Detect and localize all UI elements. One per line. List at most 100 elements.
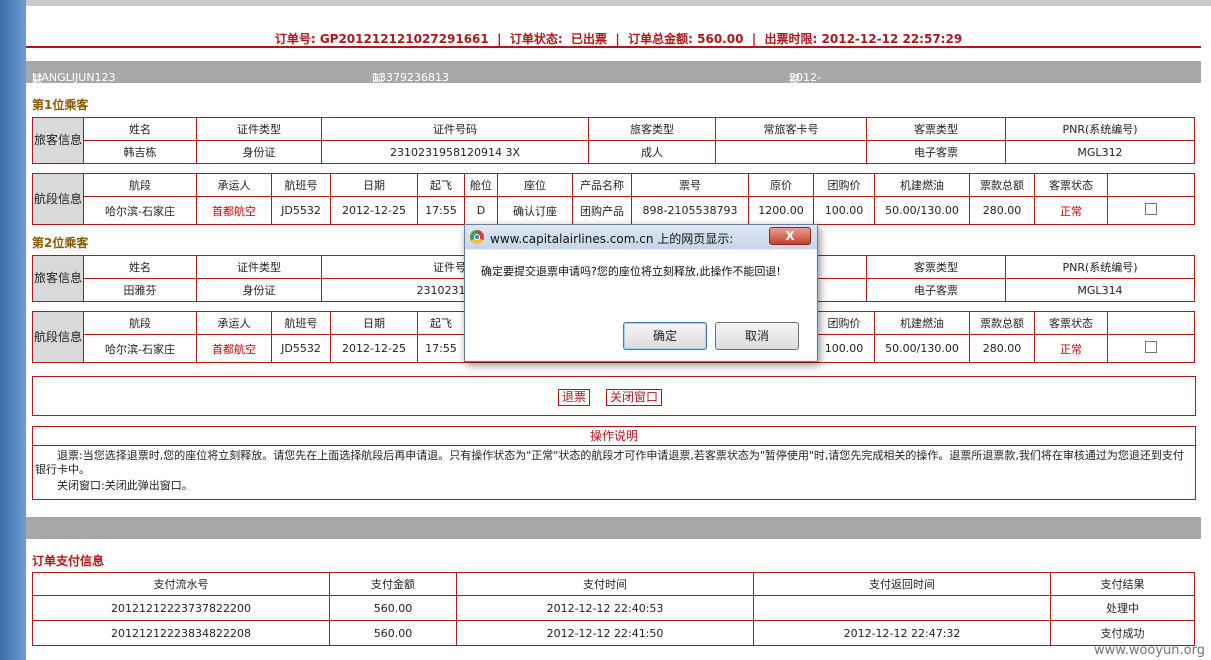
th-dep: 起飞 — [417, 173, 465, 197]
dialog-body: 确定要提交退票申请吗?您的座位将立刻释放,此操作不能回退! 确定 取消 — [466, 250, 816, 360]
ticket-total: 280.00 — [969, 334, 1035, 363]
order-no-label: 订单号: — [274, 32, 316, 46]
cabin: D — [464, 196, 498, 225]
th-product: 产品名称 — [572, 173, 632, 197]
passenger-info-side-label: 旅客信息 — [32, 117, 84, 164]
id-type: 身份证 — [196, 278, 322, 302]
flight-date: 2012-12-25 — [330, 334, 418, 363]
tax: 50.00/130.00 — [874, 334, 970, 363]
price: 1200.00 — [748, 196, 814, 225]
close-instruction: 关闭窗口:关闭此弹出窗口。 — [57, 479, 193, 492]
payment-table: 支付流水号 支付金额 支付时间 支付返回时间 支付结果 201212122237… — [32, 572, 1195, 646]
payment-title: 订单支付信息 — [32, 554, 105, 568]
th-status: 客票状态 — [1034, 173, 1108, 197]
group-price: 100.00 — [813, 196, 875, 225]
th-group-price: 团购价 — [813, 173, 875, 197]
passenger-1-title: 第1位乘客 — [32, 98, 89, 112]
refund-button[interactable]: 退票 — [558, 389, 591, 406]
passenger-name: 韩吉栋 — [83, 140, 197, 164]
flight-no: JD5532 — [271, 196, 331, 225]
watermark: www.wooyun.org — [1093, 643, 1205, 658]
id-type: 身份证 — [196, 140, 322, 164]
group-price: 100.00 — [813, 334, 875, 363]
instructions-title: 操作说明 — [33, 427, 1195, 446]
chrome-icon — [470, 230, 484, 244]
th-carrier: 承运人 — [196, 173, 272, 197]
th-pay-amount: 支付金额 — [329, 572, 457, 596]
segment-checkbox-cell — [1107, 196, 1195, 225]
th-name: 姓名 — [83, 255, 197, 279]
carrier: 首都航空 — [196, 196, 272, 225]
th-group-price: 团购价 — [813, 311, 875, 335]
flight-date: 2012-12-25 — [330, 196, 418, 225]
flight-no: JD5532 — [271, 334, 331, 363]
gray-separator-bar — [26, 517, 1201, 539]
left-gradient-bar — [0, 0, 26, 660]
passenger-2-title: 第2位乘客 — [32, 236, 89, 250]
close-icon[interactable]: X — [769, 227, 811, 245]
th-carrier: 承运人 — [196, 311, 272, 335]
pay-amount: 560.00 — [329, 620, 457, 646]
th-dep: 起飞 — [417, 311, 465, 335]
close-window-button[interactable]: 关闭窗口 — [606, 389, 663, 406]
th-flight: 航班号 — [271, 173, 331, 197]
ticket-no: 898-2105538793 — [631, 196, 749, 225]
action-button-box: 退票 关闭窗口 — [32, 376, 1196, 416]
table-row: 20121212223737822200 560.00 2012-12-12 2… — [32, 595, 1195, 621]
instructions-box: 操作说明 退票:当您选择退票时,您的座位将立刻释放。请您先在上面选择航段后再申请… — [32, 426, 1196, 500]
th-flight: 航班号 — [271, 311, 331, 335]
passenger-1-info-table: 旅客信息 姓名 证件类型 证件号码 旅客类型 常旅客卡号 客票类型 PNR(系统… — [32, 117, 1195, 164]
ticket-status: 正常 — [1034, 334, 1108, 363]
route: 哈尔滨-石家庄 — [83, 196, 197, 225]
dep-time: 17:55 — [417, 334, 465, 363]
top-gray-line — [26, 0, 1211, 6]
th-route: 航段 — [83, 173, 197, 197]
segment-info-side-label: 航段信息 — [32, 311, 84, 363]
th-date: 日期 — [330, 173, 418, 197]
tax: 50.00/130.00 — [874, 196, 970, 225]
contact-bar: 联系人: LIANGLIJUN123 固定电话/手机: 13379236813 提交… — [26, 61, 1201, 166]
cancel-button[interactable]: 取消 — [715, 322, 799, 350]
ok-button[interactable]: 确定 — [623, 322, 707, 350]
pay-result: 处理中 — [1050, 595, 1195, 621]
th-date: 日期 — [330, 311, 418, 335]
th-ticket-type: 客票类型 — [866, 255, 1006, 279]
th-select — [1107, 173, 1195, 197]
th-id-no: 证件号码 — [321, 117, 589, 141]
seat: 确认订座 — [497, 196, 573, 225]
th-price: 原价 — [748, 173, 814, 197]
order-total: 560.00 — [697, 32, 744, 46]
product: 团购产品 — [572, 196, 632, 225]
th-pay-result: 支付结果 — [1050, 572, 1195, 596]
dialog-title: www.capitalairlines.com.cn 上的网页显示: — [490, 232, 734, 246]
instructions-body: 退票:当您选择退票时,您的座位将立刻释放。请您先在上面选择航段后再申请退。只有操… — [35, 449, 1191, 493]
th-total: 票款总额 — [969, 311, 1035, 335]
ticket-total: 280.00 — [969, 196, 1035, 225]
confirm-dialog: www.capitalairlines.com.cn 上的网页显示: X 确定要… — [464, 224, 818, 362]
ticket-type: 电子客票 — [866, 278, 1006, 302]
th-ticket-type: 客票类型 — [866, 117, 1006, 141]
passenger-name: 田雅芬 — [83, 278, 197, 302]
pay-amount: 560.00 — [329, 595, 457, 621]
ticket-type: 电子客票 — [866, 140, 1006, 164]
th-tax: 机建燃油 — [874, 173, 970, 197]
red-divider — [26, 46, 1201, 48]
pay-time: 2012-12-12 22:41:50 — [456, 620, 754, 646]
passenger-type: 成人 — [588, 140, 716, 164]
segment-checkbox-cell — [1107, 334, 1195, 363]
th-route: 航段 — [83, 311, 197, 335]
pay-return-time — [753, 595, 1051, 621]
carrier: 首都航空 — [196, 334, 272, 363]
passenger-1-segment-table: 航段信息 航段 承运人 航班号 日期 起飞 舱位 座位 产品名称 票号 原价 团… — [32, 173, 1195, 225]
segment-2-checkbox[interactable] — [1145, 341, 1157, 353]
th-pnr: PNR(系统编号) — [1005, 255, 1195, 279]
pay-return-time: 2012-12-12 22:47:32 — [753, 620, 1051, 646]
th-tax: 机建燃油 — [874, 311, 970, 335]
th-seat: 座位 — [497, 173, 573, 197]
order-no: GP201212121027291661 — [319, 32, 489, 46]
th-id-type: 证件类型 — [196, 117, 322, 141]
dialog-titlebar: www.capitalairlines.com.cn 上的网页显示: X — [465, 225, 817, 249]
segment-1-checkbox[interactable] — [1145, 203, 1157, 215]
order-total-label: 订单总金额: — [628, 32, 693, 46]
th-ff-card: 常旅客卡号 — [715, 117, 867, 141]
